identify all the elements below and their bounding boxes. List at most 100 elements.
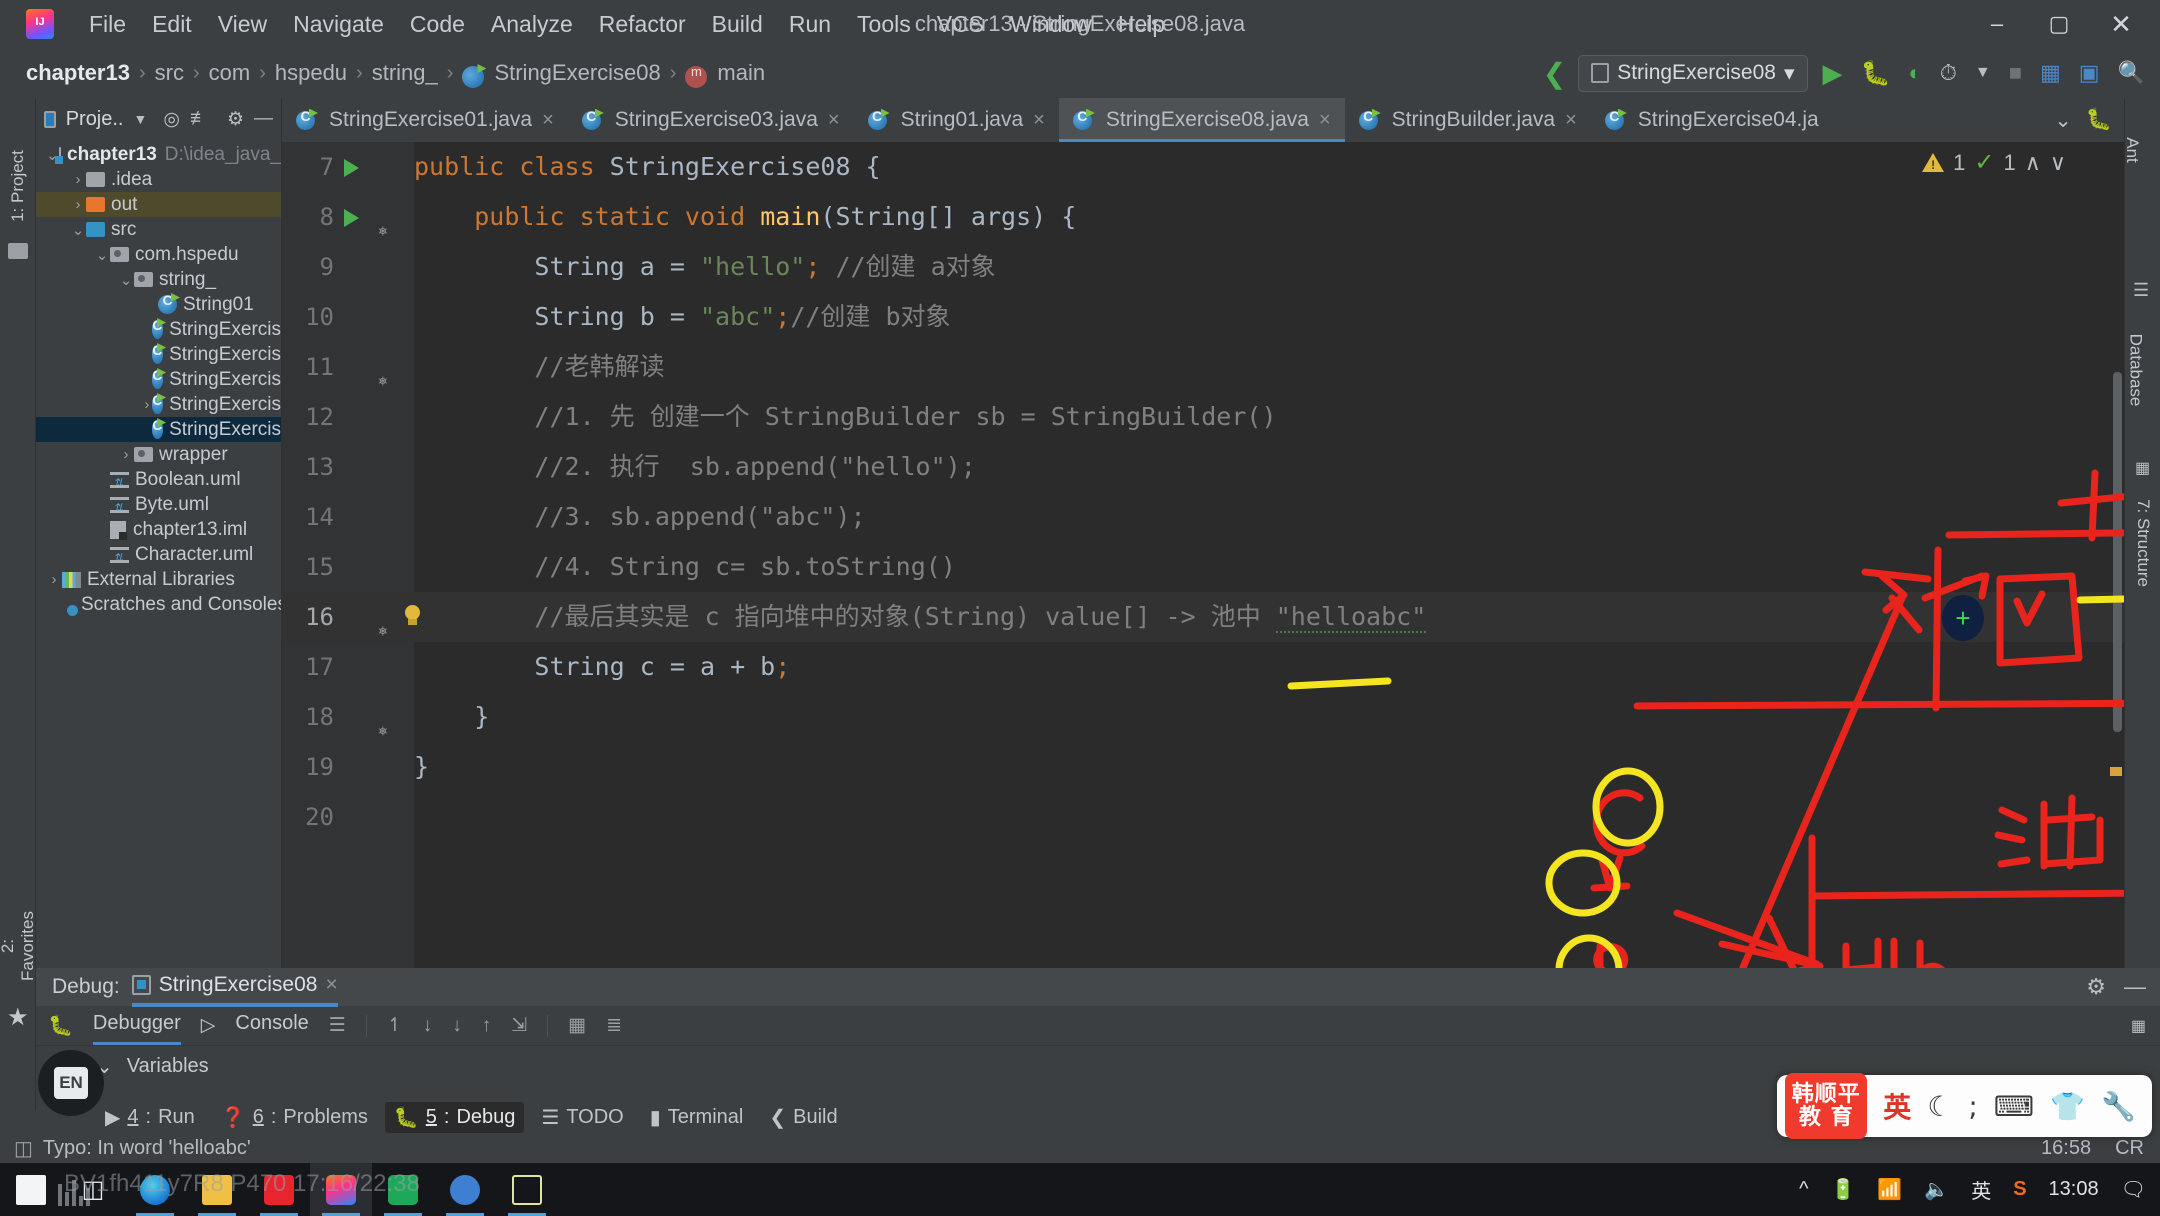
keyboard-icon[interactable]: ⌨: [1994, 1090, 2034, 1123]
maximize-button[interactable]: ▢: [2028, 0, 2090, 48]
tree-expand-arrow[interactable]: ›: [70, 196, 86, 213]
tree-item[interactable]: › .idea: [36, 167, 281, 192]
close-icon[interactable]: ×: [1565, 109, 1577, 132]
back-arrow-icon[interactable]: ❮: [1543, 57, 1566, 90]
rail-tab-favorites[interactable]: 2: Favorites: [0, 906, 38, 986]
tree-item[interactable]: ⌄ string_: [36, 267, 281, 292]
close-icon[interactable]: ×: [1033, 109, 1045, 132]
tree-item[interactable]: ›⇅ Character.uml: [36, 542, 281, 567]
hide-icon[interactable]: —: [2124, 974, 2146, 1000]
code-line[interactable]: 10 String b = "abc";//创建 b对象: [282, 292, 2124, 342]
project-panel-title[interactable]: Proje..: [66, 108, 124, 131]
tree-item[interactable]: › StringExercis: [36, 367, 281, 392]
run-to-cursor-icon[interactable]: ⇲: [511, 1014, 527, 1037]
code-line[interactable]: 11 ⎈ //老韩解读: [282, 342, 2124, 392]
ime-toolbar[interactable]: 韩顺平 教 育 英 ☾ ; ⌨ 👕 🔧: [1777, 1073, 2152, 1139]
tree-expand-arrow[interactable]: ›: [94, 521, 110, 538]
code-line[interactable]: 7 public class StringExercise08 {: [282, 142, 2124, 192]
minimize-button[interactable]: –: [1966, 0, 2028, 48]
toolwindow-debug[interactable]: 🐛 5: Debug: [384, 1101, 525, 1133]
tree-item[interactable]: ›⇅ Byte.uml: [36, 492, 281, 517]
editor-tab[interactable]: StringBuilder.java ×: [1345, 98, 1591, 142]
tab-console[interactable]: Console: [235, 1012, 308, 1039]
run-icon[interactable]: ▶: [1820, 56, 1846, 91]
code-line[interactable]: 19}: [282, 742, 2124, 792]
editor-tab[interactable]: StringExercise08.java ×: [1058, 98, 1345, 142]
console-play-icon[interactable]: ▷: [201, 1014, 216, 1037]
tree-expand-arrow[interactable]: ›: [142, 346, 152, 363]
ime-mode-label[interactable]: 英: [1883, 1086, 1911, 1126]
tree-expand-arrow[interactable]: ›: [142, 421, 152, 438]
toolwindow-todo[interactable]: ☰ TODO: [532, 1102, 632, 1133]
code-fold-icon[interactable]: ⎈: [378, 706, 394, 740]
step-out-icon[interactable]: ↑: [482, 1015, 492, 1037]
chevron-down-icon[interactable]: ▼: [134, 111, 148, 127]
toolwindow-run[interactable]: ▶ 4: Run: [96, 1102, 204, 1133]
toolwindow-problems[interactable]: ❓ 6: Problems: [212, 1102, 377, 1133]
wrench-icon[interactable]: 🔧: [2101, 1090, 2136, 1123]
close-button[interactable]: ✕: [2090, 0, 2152, 48]
run-configuration-selector[interactable]: StringExercise08 ▾: [1578, 54, 1808, 92]
tree-item[interactable]: › StringExercis: [36, 342, 281, 367]
next-problem-icon[interactable]: ∨: [2050, 150, 2066, 176]
breadcrumb-com[interactable]: com: [209, 60, 251, 86]
code-line[interactable]: 8 ⎈ public static void main(String[] args…: [282, 192, 2124, 242]
tree-item[interactable]: ›Scratches and Consoles: [36, 592, 281, 617]
menu-build[interactable]: Build: [699, 7, 776, 42]
close-icon[interactable]: ×: [325, 973, 337, 997]
collapse-all-icon[interactable]: ≢: [190, 108, 209, 130]
close-icon[interactable]: ×: [1319, 109, 1331, 132]
notification-icon[interactable]: 🗨: [2121, 1177, 2146, 1202]
tab-overflow-icon[interactable]: ⌄: [2054, 108, 2072, 133]
code-line[interactable]: 14 //3. sb.append("abc");: [282, 492, 2124, 542]
menu-code[interactable]: Code: [397, 7, 478, 42]
menu-run[interactable]: Run: [776, 7, 844, 42]
tree-expand-arrow[interactable]: ›: [46, 571, 62, 588]
locate-icon[interactable]: ◎: [163, 108, 180, 131]
toolwindow-terminal[interactable]: ▮ Terminal: [641, 1102, 753, 1133]
menu-edit[interactable]: Edit: [139, 7, 205, 42]
terminal-icon[interactable]: [496, 1163, 558, 1216]
menu-view[interactable]: View: [205, 7, 280, 42]
editor-tab[interactable]: StringExercise01.java ×: [282, 98, 568, 142]
code-editor[interactable]: 7 public class StringExercise08 {8 ⎈ publi…: [282, 142, 2124, 1111]
wifi-icon[interactable]: 📶: [1877, 1177, 1902, 1202]
chevron-down-icon[interactable]: ▼: [1972, 62, 1994, 84]
breadcrumb-hspedu[interactable]: hspedu: [275, 60, 347, 86]
step-over-icon[interactable]: ↿: [387, 1014, 403, 1037]
taskbar-clock[interactable]: 13:08: [2049, 1178, 2099, 1201]
inspection-widget[interactable]: 1 ✓ 1 ∧ ∨: [1922, 148, 2066, 177]
run-gutter-icon[interactable]: [344, 209, 359, 227]
project-structure-icon[interactable]: ▦: [2037, 58, 2064, 88]
breadcrumb-class[interactable]: StringExercise08: [494, 60, 660, 86]
tree-item[interactable]: › StringExercis: [36, 417, 281, 442]
sogou-icon[interactable]: S: [2013, 1178, 2026, 1201]
tree-expand-arrow[interactable]: ⌄: [70, 221, 86, 239]
tree-expand-arrow[interactable]: ›: [142, 296, 158, 313]
code-fold-icon[interactable]: ⎈: [378, 606, 394, 640]
rail-tab-structure[interactable]: 7: Structure: [2133, 499, 2153, 587]
tree-item[interactable]: › wrapper: [36, 442, 281, 467]
restore-layout-icon[interactable]: ▦: [2131, 1016, 2146, 1036]
search-everywhere-icon[interactable]: 🔍: [2115, 58, 2148, 88]
editor-tab[interactable]: String01.java ×: [854, 98, 1059, 142]
code-line[interactable]: 16 ⎈ //最后其实是 c 指向堆中的对象(String) value[] ->…: [282, 592, 2124, 642]
chevron-up-icon[interactable]: ^: [1799, 1178, 1808, 1201]
tree-expand-arrow[interactable]: ›: [142, 371, 152, 388]
tree-expand-arrow[interactable]: ›: [94, 546, 110, 563]
code-fold-icon[interactable]: ⎈: [378, 206, 394, 240]
tray-ime-label[interactable]: 英: [1971, 1175, 1991, 1204]
prev-problem-icon[interactable]: ∧: [2025, 150, 2041, 176]
tree-expand-arrow[interactable]: ›: [70, 171, 86, 188]
tree-expand-arrow[interactable]: ›: [94, 471, 110, 488]
profile-icon[interactable]: ⏱: [1937, 58, 1960, 88]
menu-tools[interactable]: Tools: [844, 7, 924, 42]
tree-expand-arrow[interactable]: ›: [142, 396, 152, 413]
hide-icon[interactable]: —: [254, 108, 273, 130]
battery-icon[interactable]: 🔋: [1830, 1177, 1855, 1202]
tree-item[interactable]: ⌄ chapter13 D:\idea_java_: [36, 142, 281, 167]
breadcrumb-chapter13[interactable]: chapter13: [26, 60, 130, 86]
debug-bug-icon[interactable]: 🐛: [48, 1013, 73, 1038]
rail-tab-database[interactable]: Database: [2125, 334, 2145, 407]
debug-icon[interactable]: 🐛: [1858, 57, 1894, 90]
